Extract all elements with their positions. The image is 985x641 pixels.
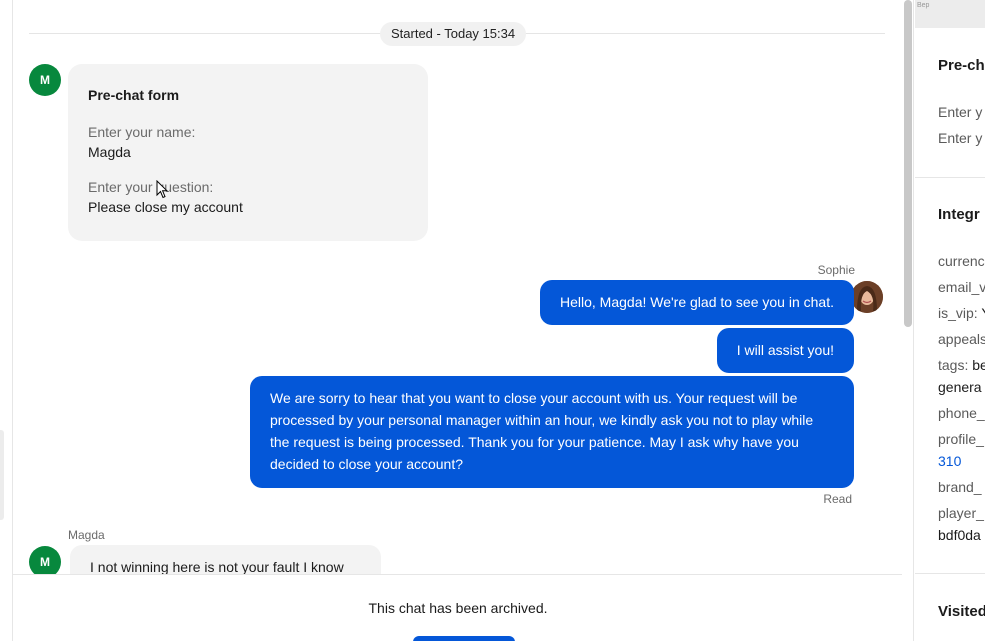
side-field-row: player_ [938, 505, 984, 521]
side-field-row: currenc [938, 253, 985, 269]
visitor-avatar: M [29, 64, 61, 96]
chat-started-label: Started - Today 15:34 [380, 22, 527, 46]
read-status: Read [823, 492, 852, 506]
field-label: is_vip: [938, 305, 978, 321]
field-label: profile_ [938, 431, 984, 447]
agent-message: We are sorry to hear that you want to cl… [250, 376, 854, 488]
field-label: brand_ [938, 479, 982, 495]
side-field-row: profile_ [938, 431, 984, 447]
scrollbar-thumb[interactable] [904, 0, 912, 327]
side-field-row: bdf0da [938, 527, 981, 543]
side-divider [915, 573, 985, 574]
chat-transcript: Started - Today 15:34 M Pre-chat form En… [12, 0, 903, 641]
archived-footer: This chat has been archived. [13, 574, 903, 641]
agent-photo-icon [851, 281, 883, 313]
field-label: player_ [938, 505, 984, 521]
side-divider [915, 177, 985, 178]
agent-message: Hello, Magda! We're glad to see you in c… [539, 280, 854, 325]
archived-notice: This chat has been archived. [368, 600, 548, 616]
side-visited-heading: Visited [938, 603, 985, 620]
question-value: Please close my account [88, 199, 243, 215]
field-label: tags: [938, 357, 969, 373]
agent-message: I will assist you! [716, 328, 854, 373]
field-link-value[interactable]: 310 [938, 453, 961, 469]
field-label: email_v [938, 279, 985, 295]
left-panel-handle[interactable] [0, 430, 4, 520]
side-field-row: email_v [938, 279, 985, 295]
map-thumbnail[interactable]: Bep [915, 0, 985, 28]
side-prechat-row: Enter y [938, 130, 983, 146]
side-field-row: tags: be [938, 357, 985, 373]
side-field-row: brand_ [938, 479, 982, 495]
side-field-row: genera [938, 379, 982, 395]
side-field-row: phone_ [938, 405, 985, 421]
field-value: genera [938, 379, 982, 395]
details-side-panel: Bep Pre-ch Enter y Enter y Integr curren… [915, 0, 985, 641]
agent-name: Sophie [817, 263, 855, 277]
side-field-row: appeals [938, 331, 985, 347]
field-label: appeals [938, 331, 985, 347]
name-value: Magda [88, 144, 131, 160]
chat-scrollbar[interactable] [902, 0, 914, 641]
mouse-cursor-icon [156, 180, 168, 199]
field-value: be [972, 357, 985, 373]
side-prechat-row: Enter y [938, 104, 983, 120]
field-label: phone_ [938, 405, 985, 421]
prechat-form-card: Pre-chat form Enter your name: Magda Ent… [68, 64, 428, 241]
visitor-name: Magda [68, 528, 105, 542]
side-prechat-heading: Pre-ch [938, 57, 985, 74]
side-field-link[interactable]: 310 [938, 453, 961, 469]
field-value: Y [981, 305, 985, 321]
agent-avatar [851, 281, 883, 313]
footer-action-button[interactable] [413, 636, 515, 641]
side-integrations-heading: Integr [938, 206, 980, 223]
question-label: Enter your question: [88, 179, 214, 195]
name-label: Enter your name: [88, 124, 196, 140]
side-field-row: is_vip: Y [938, 305, 985, 321]
prechat-form-title: Pre-chat form [88, 87, 180, 103]
field-value: bdf0da [938, 527, 981, 543]
field-label: currenc [938, 253, 985, 269]
map-label: Bep [917, 2, 930, 9]
